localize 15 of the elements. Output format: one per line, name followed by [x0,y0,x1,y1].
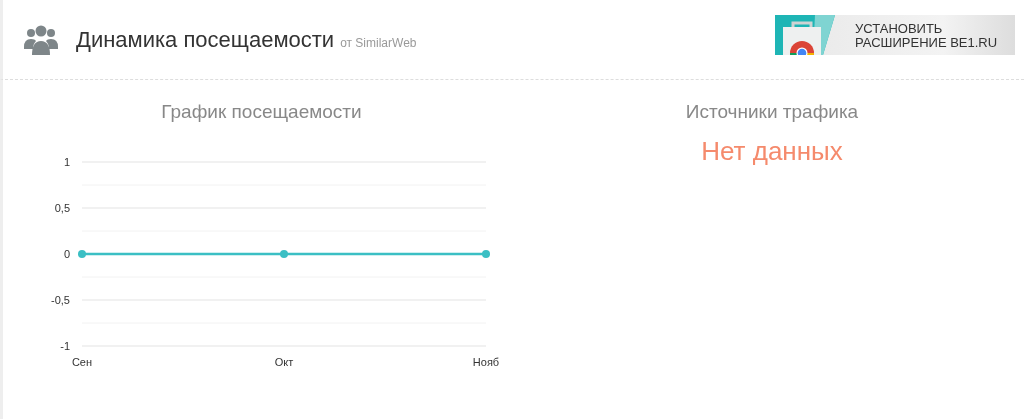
no-data-message: Нет данных [701,136,843,167]
install-extension-banner[interactable]: УСТАНОВИТЬ РАСШИРЕНИЕ BE1.RU [775,14,1015,55]
axis-category-label: Окт [274,356,294,368]
axis-category-label: Сен [71,356,93,368]
users-icon [24,24,58,55]
axis-tick-label: 1 [63,156,70,168]
page-title: Динамика посещаемости [76,26,335,53]
chart-title: График посещаемости [161,101,362,124]
axis-tick-label: 0 [63,248,70,260]
axis-tick-label: -1 [60,340,70,352]
axis-category-label: Нояб [472,356,500,368]
source-label: от SimilarWeb [340,35,417,50]
axis-tick-label: 0,5 [54,202,70,214]
axis-tick-label: -0,5 [51,294,70,306]
panel-title: Источники трафика [685,101,859,124]
